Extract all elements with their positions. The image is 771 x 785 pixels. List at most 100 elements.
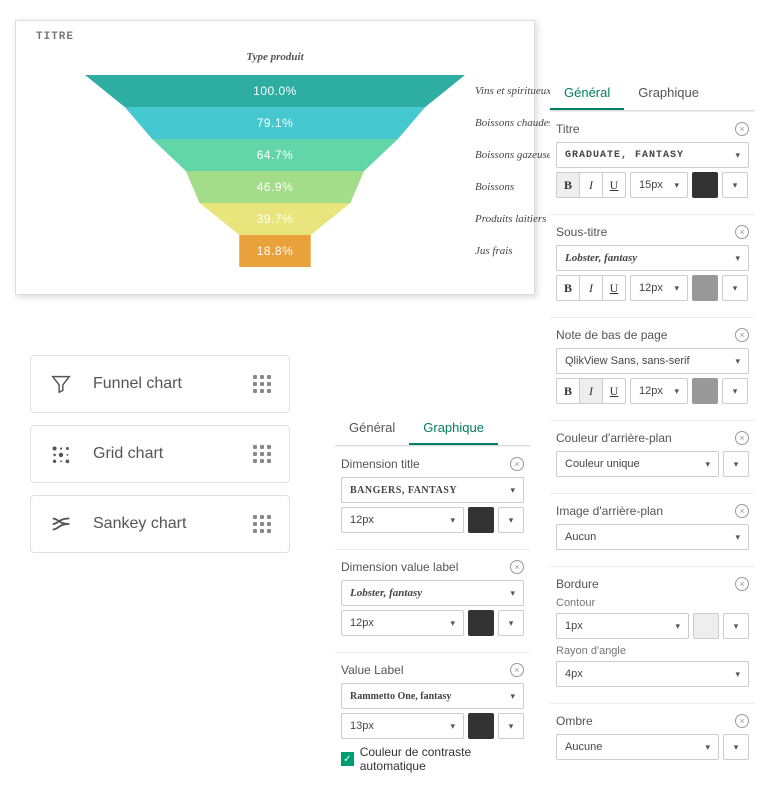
contrast-checkbox-row[interactable]: ✓ Couleur de contraste automatique bbox=[341, 745, 524, 773]
bold-button[interactable]: B bbox=[556, 378, 580, 404]
color-dropdown[interactable]: ▾ bbox=[723, 451, 749, 477]
chevron-down-icon: ▾ bbox=[674, 180, 679, 191]
font-select[interactable]: Lobster, fantasy▾ bbox=[556, 245, 749, 271]
reset-icon[interactable]: × bbox=[510, 560, 524, 574]
font-select[interactable]: Graduate, fantasy▾ bbox=[556, 142, 749, 168]
chevron-down-icon: ▾ bbox=[509, 515, 514, 526]
color-swatch[interactable] bbox=[692, 378, 718, 404]
section-dimension-title: Dimension title × Bangers, fantasy▾ 12px… bbox=[335, 446, 530, 549]
font-select[interactable]: Lobster, fantasy▾ bbox=[341, 580, 524, 606]
style-panel-graphique: Général Graphique Dimension title × Bang… bbox=[335, 410, 530, 785]
tab-graphique[interactable]: Graphique bbox=[624, 75, 713, 110]
bg-color-select[interactable]: Couleur unique▾ bbox=[556, 451, 719, 477]
chevron-down-icon: ▾ bbox=[675, 621, 680, 632]
size-select[interactable]: 15px▾ bbox=[630, 172, 688, 198]
chevron-down-icon: ▾ bbox=[510, 485, 515, 496]
underline-button[interactable]: U bbox=[602, 275, 626, 301]
funnel-segment-label: Jus frais bbox=[475, 245, 513, 257]
chevron-down-icon: ▾ bbox=[735, 356, 740, 367]
color-swatch[interactable] bbox=[468, 713, 494, 739]
chart-type-grid[interactable]: Grid chart bbox=[30, 425, 290, 483]
color-swatch[interactable] bbox=[468, 610, 494, 636]
tab-general[interactable]: Général bbox=[550, 75, 624, 110]
italic-button[interactable]: I bbox=[579, 275, 603, 301]
size-select[interactable]: 12px▾ bbox=[341, 610, 464, 636]
drag-handle-icon[interactable] bbox=[253, 375, 273, 393]
reset-icon[interactable]: × bbox=[735, 328, 749, 342]
checkbox-checked-icon[interactable]: ✓ bbox=[341, 752, 354, 766]
funnel-segment-label: Boissons bbox=[475, 181, 514, 193]
reset-icon[interactable]: × bbox=[735, 122, 749, 136]
reset-icon[interactable]: × bbox=[735, 225, 749, 239]
reset-icon[interactable]: × bbox=[735, 577, 749, 591]
sublabel-rayon: Rayon d'angle bbox=[556, 645, 749, 657]
chevron-down-icon: ▾ bbox=[735, 253, 740, 264]
font-select[interactable]: Bangers, fantasy▾ bbox=[341, 477, 524, 503]
funnel-segment: 79.1%Boissons chaudes bbox=[85, 107, 465, 139]
bold-button[interactable]: B bbox=[556, 172, 580, 198]
chart-type-sankey[interactable]: Sankey chart bbox=[30, 495, 290, 553]
color-dropdown[interactable]: ▾ bbox=[722, 275, 748, 301]
reset-icon[interactable]: × bbox=[735, 714, 749, 728]
chevron-down-icon: ▾ bbox=[734, 742, 739, 753]
reset-icon[interactable]: × bbox=[735, 504, 749, 518]
contour-select[interactable]: 1px▾ bbox=[556, 613, 689, 639]
underline-button[interactable]: U bbox=[602, 378, 626, 404]
chart-type-funnel[interactable]: Funnel chart bbox=[30, 355, 290, 413]
color-dropdown[interactable]: ▾ bbox=[723, 613, 749, 639]
ombre-select[interactable]: Aucune▾ bbox=[556, 734, 719, 760]
funnel-segment: 39.7%Produits laitiers bbox=[85, 203, 465, 235]
sankey-icon bbox=[47, 513, 75, 535]
chevron-down-icon: ▾ bbox=[510, 691, 515, 702]
text-style-group: BIU bbox=[556, 378, 626, 404]
color-swatch[interactable] bbox=[468, 507, 494, 533]
section-label: Bordure bbox=[556, 577, 599, 591]
color-swatch[interactable] bbox=[692, 172, 718, 198]
reset-icon[interactable]: × bbox=[735, 431, 749, 445]
section-ombre: Ombre× Aucune▾ ▾ bbox=[550, 703, 755, 776]
section-bordure: Bordure× Contour 1px▾ ▾ Rayon d'angle 4p… bbox=[550, 566, 755, 703]
size-select[interactable]: 12px▾ bbox=[630, 378, 688, 404]
tab-graphique[interactable]: Graphique bbox=[409, 410, 498, 445]
funnel-segment: 46.9%Boissons bbox=[85, 171, 465, 203]
color-dropdown[interactable]: ▾ bbox=[498, 610, 524, 636]
right-tabs: Général Graphique bbox=[550, 75, 755, 111]
size-select[interactable]: 12px▾ bbox=[630, 275, 688, 301]
section-value-label: Value Label × Rammetto One, fantasy▾ 13p… bbox=[335, 652, 530, 785]
color-dropdown[interactable]: ▾ bbox=[722, 378, 748, 404]
section-label: Titre bbox=[556, 122, 580, 136]
italic-button[interactable]: I bbox=[579, 172, 603, 198]
reset-icon[interactable]: × bbox=[510, 663, 524, 677]
reset-icon[interactable]: × bbox=[510, 457, 524, 471]
tab-general[interactable]: Général bbox=[335, 410, 409, 445]
chevron-down-icon: ▾ bbox=[450, 515, 455, 526]
font-select[interactable]: QlikView Sans, sans-serif▾ bbox=[556, 348, 749, 374]
color-dropdown[interactable]: ▾ bbox=[723, 734, 749, 760]
size-select[interactable]: 12px▾ bbox=[341, 507, 464, 533]
drag-handle-icon[interactable] bbox=[253, 515, 273, 533]
bg-image-select[interactable]: Aucun▾ bbox=[556, 524, 749, 550]
style-panel-general: Général Graphique Titre × Graduate, fanta… bbox=[550, 75, 755, 776]
color-swatch[interactable] bbox=[692, 275, 718, 301]
chevron-down-icon: ▾ bbox=[705, 459, 710, 470]
funnel-icon bbox=[47, 373, 75, 395]
chart-type-label: Funnel chart bbox=[93, 375, 253, 393]
color-dropdown[interactable]: ▾ bbox=[498, 713, 524, 739]
color-dropdown[interactable]: ▾ bbox=[498, 507, 524, 533]
font-select[interactable]: Rammetto One, fantasy▾ bbox=[341, 683, 524, 709]
color-swatch[interactable] bbox=[693, 613, 719, 639]
chevron-down-icon: ▾ bbox=[734, 621, 739, 632]
section-titre: Titre × Graduate, fantasy▾ BIU 15px▾ ▾ bbox=[550, 111, 755, 214]
italic-button[interactable]: I bbox=[579, 378, 603, 404]
chevron-down-icon: ▾ bbox=[450, 721, 455, 732]
color-dropdown[interactable]: ▾ bbox=[722, 172, 748, 198]
underline-button[interactable]: U bbox=[602, 172, 626, 198]
bold-button[interactable]: B bbox=[556, 275, 580, 301]
rayon-select[interactable]: 4px▾ bbox=[556, 661, 749, 687]
drag-handle-icon[interactable] bbox=[253, 445, 273, 463]
chart-type-label: Grid chart bbox=[93, 445, 253, 463]
mid-tabs: Général Graphique bbox=[335, 410, 530, 446]
section-label: Dimension value label bbox=[341, 560, 458, 574]
size-select[interactable]: 13px▾ bbox=[341, 713, 464, 739]
funnel-segment: 64.7%Boissons gazeuses bbox=[85, 139, 465, 171]
